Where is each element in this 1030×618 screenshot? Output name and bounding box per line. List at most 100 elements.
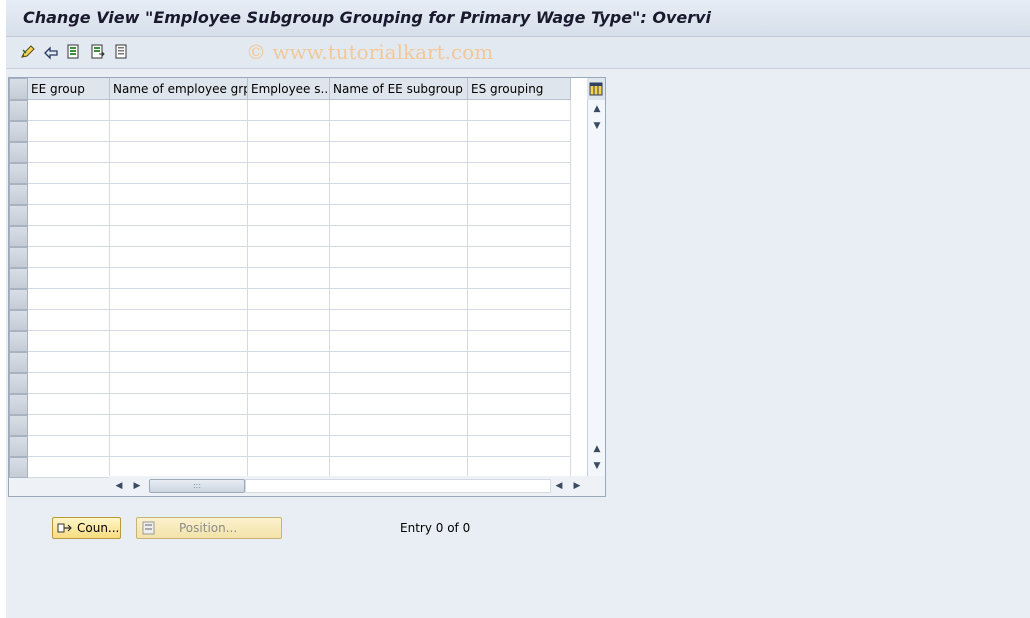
table-cell[interactable] bbox=[330, 331, 468, 352]
table-cell[interactable] bbox=[330, 121, 468, 142]
row-selector[interactable] bbox=[9, 373, 28, 394]
table-cell[interactable] bbox=[330, 184, 468, 205]
row-selector[interactable] bbox=[9, 352, 28, 373]
table-cell[interactable] bbox=[28, 352, 110, 373]
table-cell[interactable] bbox=[248, 289, 330, 310]
table-cell[interactable] bbox=[468, 310, 571, 331]
table-cell[interactable] bbox=[110, 226, 248, 247]
table-cell[interactable] bbox=[468, 436, 571, 457]
table-cell[interactable] bbox=[28, 184, 110, 205]
column-settings-icon[interactable] bbox=[587, 78, 605, 100]
table-cell[interactable] bbox=[28, 205, 110, 226]
table-cell[interactable] bbox=[248, 163, 330, 184]
horizontal-scroll-thumb[interactable]: ::: bbox=[149, 479, 245, 493]
table-cell[interactable] bbox=[468, 394, 571, 415]
table-cell[interactable] bbox=[110, 394, 248, 415]
row-selector[interactable] bbox=[9, 205, 28, 226]
table-cell[interactable] bbox=[110, 268, 248, 289]
row-selector[interactable] bbox=[9, 415, 28, 436]
table-cell[interactable] bbox=[110, 373, 248, 394]
table-cell[interactable] bbox=[28, 289, 110, 310]
table-cell[interactable] bbox=[468, 415, 571, 436]
scroll-right-icon[interactable]: ▶ bbox=[129, 479, 145, 493]
table-cell[interactable] bbox=[248, 226, 330, 247]
table-cell[interactable] bbox=[110, 352, 248, 373]
table-cell[interactable] bbox=[468, 331, 571, 352]
column-header[interactable]: Name of employee grp bbox=[110, 78, 248, 100]
table-cell[interactable] bbox=[330, 247, 468, 268]
row-selector[interactable] bbox=[9, 394, 28, 415]
count-button[interactable]: Coun... bbox=[52, 517, 121, 539]
row-selector[interactable] bbox=[9, 310, 28, 331]
column-header[interactable]: ES grouping bbox=[468, 78, 571, 100]
table-cell[interactable] bbox=[248, 415, 330, 436]
table-cell[interactable] bbox=[28, 394, 110, 415]
table-cell[interactable] bbox=[28, 121, 110, 142]
table-cell[interactable] bbox=[468, 352, 571, 373]
table-cell[interactable] bbox=[330, 289, 468, 310]
table-cell[interactable] bbox=[248, 121, 330, 142]
table-cell[interactable] bbox=[248, 352, 330, 373]
table-cell[interactable] bbox=[330, 457, 468, 478]
table-cell[interactable] bbox=[248, 205, 330, 226]
row-selector[interactable] bbox=[9, 457, 28, 478]
table-cell[interactable] bbox=[330, 415, 468, 436]
table-cell[interactable] bbox=[28, 310, 110, 331]
row-selector[interactable] bbox=[9, 184, 28, 205]
row-selector[interactable] bbox=[9, 226, 28, 247]
column-header[interactable]: Name of EE subgroup bbox=[330, 78, 468, 100]
row-selector[interactable] bbox=[9, 268, 28, 289]
page-up-icon[interactable]: ▲ bbox=[589, 442, 605, 456]
table-cell[interactable] bbox=[110, 415, 248, 436]
table-cell[interactable] bbox=[248, 184, 330, 205]
table-cell[interactable] bbox=[248, 142, 330, 163]
edit-pencil-icon[interactable] bbox=[19, 43, 37, 61]
table-cell[interactable] bbox=[110, 436, 248, 457]
table-cell[interactable] bbox=[468, 184, 571, 205]
page-down-icon[interactable]: ▼ bbox=[589, 119, 605, 133]
table-cell[interactable] bbox=[28, 415, 110, 436]
table-cell[interactable] bbox=[110, 457, 248, 478]
table-cell[interactable] bbox=[28, 247, 110, 268]
table-cell[interactable] bbox=[468, 100, 571, 121]
scroll-down-icon[interactable]: ▼ bbox=[589, 459, 605, 473]
select-all-icon[interactable] bbox=[65, 43, 83, 61]
table-cell[interactable] bbox=[28, 226, 110, 247]
horizontal-scrollbar-left[interactable]: ◀ ▶ ::: ◀ ▶ bbox=[109, 476, 587, 496]
table-cell[interactable] bbox=[330, 142, 468, 163]
select-all-rows-button[interactable] bbox=[9, 78, 28, 100]
table-cell[interactable] bbox=[248, 373, 330, 394]
table-cell[interactable] bbox=[330, 226, 468, 247]
table-cell[interactable] bbox=[248, 310, 330, 331]
position-button[interactable]: Position... bbox=[136, 517, 282, 539]
table-cell[interactable] bbox=[110, 142, 248, 163]
table-cell[interactable] bbox=[110, 184, 248, 205]
table-cell[interactable] bbox=[330, 163, 468, 184]
table-cell[interactable] bbox=[110, 205, 248, 226]
table-cell[interactable] bbox=[330, 310, 468, 331]
table-cell[interactable] bbox=[28, 457, 110, 478]
vertical-scrollbar[interactable]: ▲ ▼ ▲ ▼ bbox=[587, 100, 605, 476]
table-cell[interactable] bbox=[28, 163, 110, 184]
column-header[interactable]: EE group bbox=[28, 78, 110, 100]
table-cell[interactable] bbox=[330, 373, 468, 394]
deselect-all-icon[interactable] bbox=[113, 43, 131, 61]
table-cell[interactable] bbox=[248, 331, 330, 352]
table-cell[interactable] bbox=[110, 331, 248, 352]
table-cell[interactable] bbox=[248, 100, 330, 121]
row-selector[interactable] bbox=[9, 163, 28, 184]
table-cell[interactable] bbox=[468, 289, 571, 310]
row-selector[interactable] bbox=[9, 289, 28, 310]
table-cell[interactable] bbox=[330, 436, 468, 457]
table-cell[interactable] bbox=[28, 100, 110, 121]
table-cell[interactable] bbox=[110, 247, 248, 268]
row-selector[interactable] bbox=[9, 436, 28, 457]
table-cell[interactable] bbox=[248, 268, 330, 289]
table-cell[interactable] bbox=[28, 373, 110, 394]
table-cell[interactable] bbox=[110, 310, 248, 331]
select-block-icon[interactable] bbox=[89, 43, 107, 61]
table-cell[interactable] bbox=[468, 268, 571, 289]
table-cell[interactable] bbox=[110, 289, 248, 310]
table-cell[interactable] bbox=[468, 163, 571, 184]
row-selector[interactable] bbox=[9, 121, 28, 142]
